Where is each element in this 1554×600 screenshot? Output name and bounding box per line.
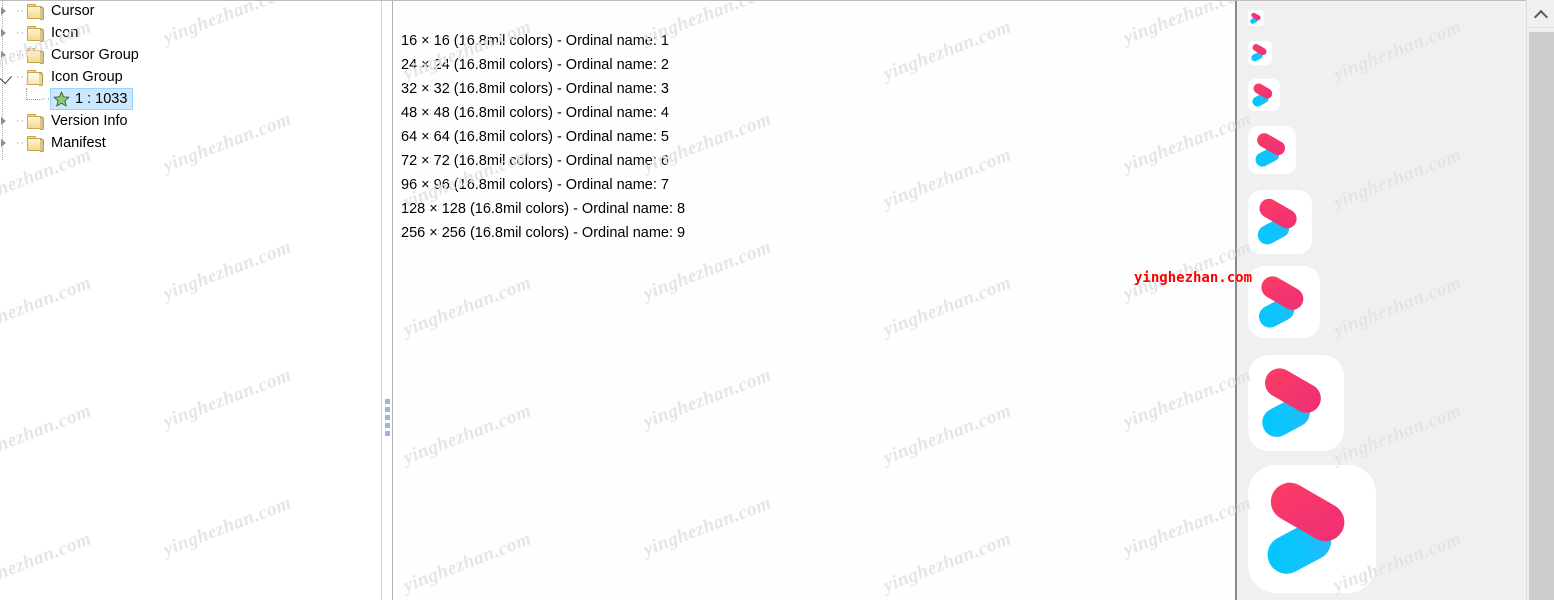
tree-item-cursor[interactable]: ·· Cursor (0, 0, 381, 22)
tree-item-icon-group[interactable]: ·· Icon Group (0, 66, 381, 88)
app-icon-artwork (1248, 126, 1296, 174)
icon-preview-32[interactable] (1248, 79, 1280, 111)
icon-preview-24[interactable] (1248, 41, 1272, 65)
app-icon-artwork (1248, 10, 1264, 26)
folder-icon (26, 47, 46, 64)
tree-item-manifest[interactable]: ·· Manifest (0, 132, 381, 154)
panel-splitter[interactable] (381, 0, 393, 600)
scroll-up-button[interactable] (1527, 0, 1554, 28)
expand-arrow-icon[interactable] (0, 132, 16, 154)
tree-item-1-1033[interactable]: ·· 1 : 1033 (0, 88, 381, 110)
icon-preview-96[interactable] (1248, 355, 1344, 451)
app-icon-artwork (1248, 465, 1376, 593)
expand-arrow-icon[interactable] (0, 0, 16, 22)
folder-open-icon (26, 69, 46, 86)
expand-arrow-icon[interactable] (0, 110, 16, 132)
resource-entry-row[interactable]: 256 × 256 (16.8mil colors) - Ordinal nam… (393, 221, 1235, 245)
tree-item-label: Cursor Group (51, 47, 139, 63)
tree-item-version-info[interactable]: ·· Version Info (0, 110, 381, 132)
resource-entry-row[interactable]: 16 × 16 (16.8mil colors) - Ordinal name:… (393, 29, 1235, 53)
resource-entry-row[interactable]: 64 × 64 (16.8mil colors) - Ordinal name:… (393, 125, 1235, 149)
expand-arrow-icon[interactable] (0, 44, 16, 66)
preview-vertical-scrollbar[interactable] (1526, 0, 1554, 600)
tree-connector-dots: ·· (16, 5, 26, 17)
icon-preview-panel (1235, 0, 1554, 600)
tree-connector-dots: ·· (16, 27, 26, 39)
tree-item-label: Icon Group (51, 69, 123, 85)
tree-item-content: Version Info (26, 111, 128, 131)
tree-item-label: Icon (51, 25, 79, 41)
tree-item-content: 1 : 1033 (50, 88, 134, 110)
tree-root: ·· Cursor ·· Icon ·· Cursor Group ·· Icon Group… (0, 0, 381, 154)
tree-item-content: Manifest (26, 133, 106, 153)
tree-item-content: Icon (26, 23, 78, 43)
resource-entry-row[interactable]: 32 × 32 (16.8mil colors) - Ordinal name:… (393, 77, 1235, 101)
tree-item-content: Cursor Group (26, 45, 139, 65)
tree-item-label: Cursor (51, 3, 95, 19)
tree-connector-dots: ·· (16, 71, 26, 83)
icon-preview-128[interactable] (1248, 465, 1376, 593)
resource-entry-row[interactable]: 128 × 128 (16.8mil colors) - Ordinal nam… (393, 197, 1235, 221)
tree-connector-dots: ·· (16, 115, 26, 127)
app-icon-artwork (1248, 79, 1280, 111)
tree-connector-dots: ·· (16, 49, 26, 61)
tree-item-label: Manifest (51, 135, 106, 151)
expand-arrow-icon[interactable] (0, 22, 16, 44)
tree-item-label: 1 : 1033 (75, 91, 128, 107)
icon-preview-72[interactable] (1248, 266, 1320, 338)
resource-entry-list: 16 × 16 (16.8mil colors) - Ordinal name:… (393, 29, 1235, 245)
icon-group-list-panel: 16 × 16 (16.8mil colors) - Ordinal name:… (393, 0, 1235, 600)
tree-item-content: Cursor (26, 1, 95, 21)
resource-entry-row[interactable]: 48 × 48 (16.8mil colors) - Ordinal name:… (393, 101, 1235, 125)
star-icon (53, 91, 70, 107)
icon-preview-16[interactable] (1248, 10, 1264, 26)
tree-item-label: Version Info (51, 113, 128, 129)
tree-connector-dots: ·· (16, 137, 26, 149)
window-top-border (0, 0, 1554, 1)
icon-preview-48[interactable] (1248, 126, 1296, 174)
folder-icon (26, 3, 46, 20)
splitter-grip-icon[interactable] (385, 399, 390, 439)
scrollbar-thumb[interactable] (1529, 32, 1554, 600)
resource-entry-row[interactable]: 96 × 96 (16.8mil colors) - Ordinal name:… (393, 173, 1235, 197)
chevron-up-icon (1533, 9, 1549, 25)
resource-entry-row[interactable]: 72 × 72 (16.8mil colors) - Ordinal name:… (393, 149, 1235, 173)
icon-preview-64[interactable] (1248, 190, 1312, 254)
tree-item-content: Icon Group (26, 67, 123, 87)
app-icon-artwork (1248, 355, 1344, 451)
folder-icon (26, 135, 46, 152)
folder-icon (26, 113, 46, 130)
tree-item-icon[interactable]: ·· Icon (0, 22, 381, 44)
folder-icon (26, 25, 46, 42)
app-icon-artwork (1248, 266, 1320, 338)
collapse-arrow-icon[interactable] (0, 66, 16, 88)
resource-editor-window: ·· Cursor ·· Icon ·· Cursor Group ·· Icon Group… (0, 0, 1554, 600)
resource-tree-panel: ·· Cursor ·· Icon ·· Cursor Group ·· Icon Group… (0, 0, 381, 600)
app-icon-artwork (1248, 190, 1312, 254)
tree-item-cursor-group[interactable]: ·· Cursor Group (0, 44, 381, 66)
tree-indent-spacer (26, 88, 42, 110)
resource-entry-row[interactable]: 24 × 24 (16.8mil colors) - Ordinal name:… (393, 53, 1235, 77)
app-icon-artwork (1248, 41, 1272, 65)
